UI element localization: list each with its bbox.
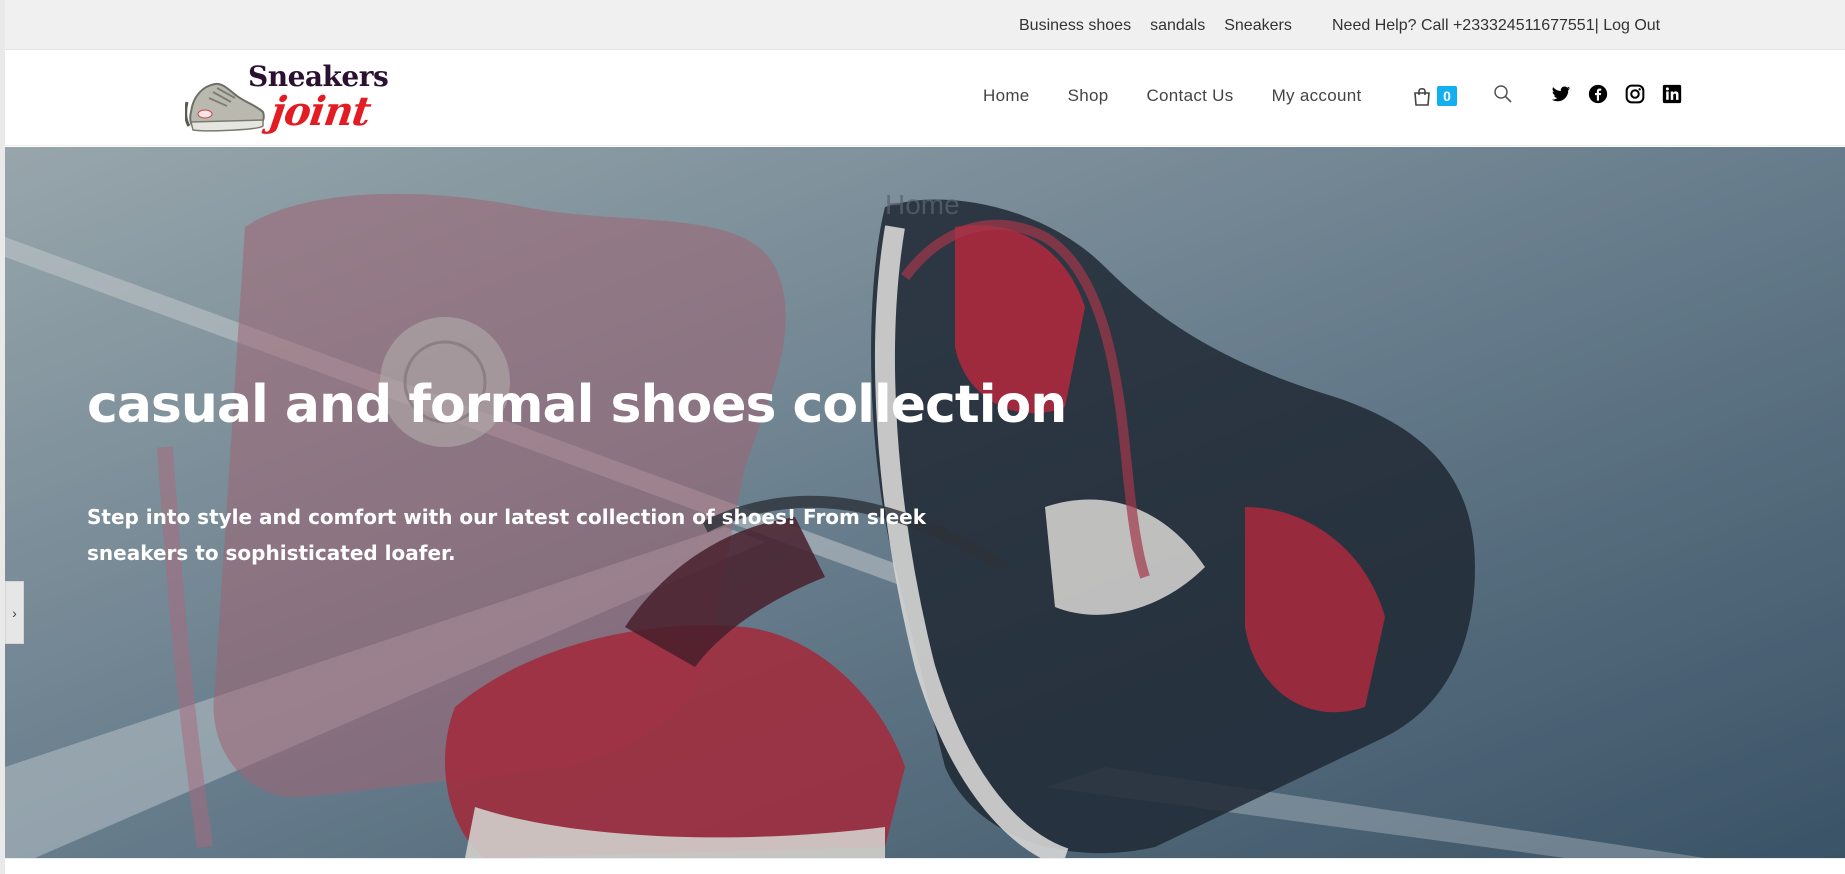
cart-count-badge: 0 [1437, 86, 1457, 106]
top-link-sandals[interactable]: sandals [1150, 17, 1205, 35]
logo-text-joint: joint [267, 88, 374, 135]
help-contact-text[interactable]: Need Help? Call +233324511677551| Log Ou… [1332, 17, 1660, 35]
main-nav: Home Shop Contact Us My account [983, 86, 1400, 106]
hero-breadcrumb: Home [885, 189, 960, 220]
hero-title: casual and formal shoes collection [87, 375, 1067, 435]
top-link-sneakers[interactable]: Sneakers [1224, 17, 1292, 35]
content-below-hero [5, 858, 1845, 874]
facebook-icon[interactable] [1588, 84, 1608, 104]
page: Business shoes sandals Sneakers Need Hel… [5, 0, 1845, 874]
nav-item-my-account[interactable]: My account [1272, 86, 1362, 106]
hero-description: Step into style and comfort with our lat… [87, 505, 927, 565]
hero-slider: Home casual and formal shoes collection … [5, 147, 1845, 858]
nav-item-shop[interactable]: Shop [1068, 86, 1109, 106]
search-icon [1494, 85, 1512, 103]
search-button[interactable] [1493, 84, 1515, 106]
social-links [1551, 84, 1682, 104]
slider-next-button[interactable]: › [5, 581, 24, 644]
site-logo[interactable]: Sneakers joint [185, 58, 389, 140]
twitter-icon[interactable] [1551, 84, 1571, 104]
instagram-icon[interactable] [1625, 84, 1645, 104]
chevron-right-icon: › [12, 604, 17, 621]
top-bar: Business shoes sandals Sneakers Need Hel… [5, 0, 1845, 50]
nav-item-contact-us[interactable]: Contact Us [1146, 86, 1233, 106]
cart-button[interactable]: 0 [1407, 84, 1457, 108]
shopping-bag-icon [1414, 87, 1430, 106]
nav-item-home[interactable]: Home [983, 86, 1030, 106]
top-link-business-shoes[interactable]: Business shoes [1019, 17, 1131, 35]
site-header: Sneakers joint Home Shop Contact Us My a… [5, 50, 1845, 146]
top-bar-menu: Business shoes sandals Sneakers [1019, 17, 1311, 35]
linkedin-icon[interactable] [1662, 84, 1682, 104]
